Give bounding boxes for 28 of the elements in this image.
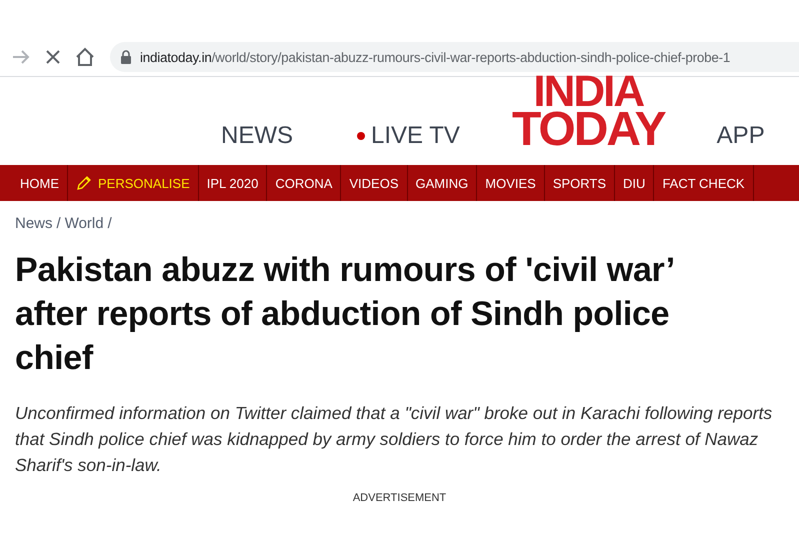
lock-icon <box>120 50 132 64</box>
url-host: indiatoday.in <box>140 50 212 64</box>
breadcrumb-separator: / <box>108 215 112 232</box>
live-dot-icon <box>357 132 365 140</box>
nav-item[interactable]: HOME <box>12 165 68 201</box>
nav-item[interactable]: DIU <box>615 165 654 201</box>
article-headline: Pakistan abuzz with rumours of 'civil war’ after reports of abduction of Sindh police chief <box>15 250 674 379</box>
nav-item[interactable]: IPL 2020 <box>198 165 268 201</box>
nav-item[interactable]: GAMING <box>408 165 478 201</box>
nav-item[interactable]: VIDEOS <box>341 165 408 201</box>
nav-item[interactable]: FACT CHECK <box>654 165 754 201</box>
header-link[interactable]: LIVE TV <box>371 122 460 150</box>
nav-item[interactable]: SPORTS <box>544 165 616 201</box>
header-link[interactable]: NEWS <box>221 122 293 165</box>
home-icon[interactable] <box>74 46 96 68</box>
article-summary: Unconfirmed information on Twitter claimed that a "civil war" broke out in Karachi following reports that Sindh police chief was kidnapped by army soldiers to force him to order the arrest of Nawaz Sharif's son-in-law. <box>15 402 774 477</box>
breadcrumb-link[interactable]: World <box>64 215 104 232</box>
advertisement-label: ADVERTISEMENT <box>352 492 446 504</box>
header-link[interactable]: APP <box>716 122 765 165</box>
nav-item[interactable]: PERSONALISE <box>68 165 199 201</box>
nav-item[interactable]: CORONA <box>267 165 342 201</box>
india-today-logo[interactable]: INDIA TODAY <box>512 74 665 149</box>
breadcrumb-separator: / <box>56 215 61 232</box>
nav-item[interactable]: MOVIES <box>477 165 545 201</box>
url-path: /world/story/pakistan-abuzz-rumours-civil-war-reports-abduction-sindh-police-chief-probe-1 <box>212 50 730 64</box>
breadcrumb-link[interactable]: News <box>15 215 53 232</box>
address-bar[interactable]: indiatoday.in/world/story/pakistan-abuzz-rumours-civil-war-reports-abduction-sindh-police-chief-probe-1 <box>110 42 799 72</box>
pencil-icon <box>76 175 92 191</box>
